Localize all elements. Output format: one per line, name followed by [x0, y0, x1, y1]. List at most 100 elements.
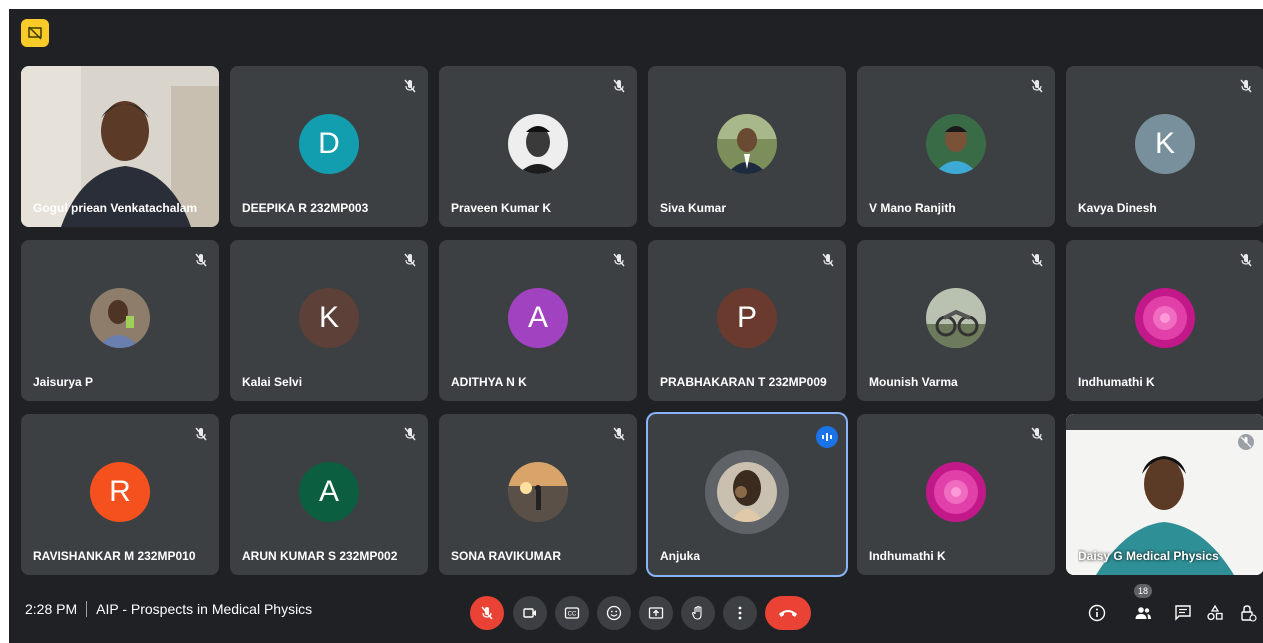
- mic-off-icon: [822, 253, 834, 267]
- participant-tile[interactable]: Mounish Varma: [857, 240, 1055, 401]
- leave-call-button[interactable]: [765, 596, 811, 630]
- participant-tile[interactable]: Praveen Kumar K: [439, 66, 637, 227]
- svg-text:CC: CC: [568, 612, 577, 618]
- avatar: [90, 288, 150, 348]
- participant-name: Siva Kumar: [660, 201, 727, 215]
- avatar: R: [90, 462, 150, 522]
- participant-tile[interactable]: Indhumathi K: [1066, 240, 1263, 401]
- participant-name: Gogul priean Venkatachalam: [33, 201, 198, 215]
- avatar: K: [299, 288, 359, 348]
- avatar: [1135, 288, 1195, 348]
- avatar: [926, 288, 986, 348]
- participant-tile[interactable]: P PRABHAKARAN T 232MP009: [648, 240, 846, 401]
- meeting-title: AIP - Prospects in Medical Physics: [96, 601, 313, 617]
- participant-name: ADITHYA N K: [451, 375, 527, 389]
- avatar: [717, 462, 777, 522]
- participant-tile[interactable]: K Kavya Dinesh: [1066, 66, 1263, 227]
- participant-name: Jaisurya P: [33, 375, 94, 389]
- recording-indicator-icon[interactable]: [21, 19, 49, 47]
- avatar: A: [508, 288, 568, 348]
- avatar: P: [717, 288, 777, 348]
- camera-toggle-button[interactable]: [513, 596, 547, 630]
- clock: 2:28 PM: [25, 601, 78, 617]
- mic-off-icon: [613, 427, 625, 441]
- meeting-stage: Gogul priean Venkatachalam D DEEPIKA R 2…: [9, 9, 1263, 643]
- participant-name: Indhumathi K: [1078, 375, 1155, 389]
- participant-tile[interactable]: V Mano Ranjith: [857, 66, 1055, 227]
- participant-name: Mounish Varma: [869, 375, 958, 389]
- captions-icon: CC: [564, 607, 580, 619]
- participant-name: ARUN KUMAR S 232MP002: [242, 549, 398, 563]
- hang-up-icon: [779, 610, 797, 617]
- more-options-button[interactable]: [723, 596, 757, 630]
- captions-button[interactable]: CC: [555, 596, 589, 630]
- participant-tile[interactable]: A ADITHYA N K: [439, 240, 637, 401]
- avatar: D: [299, 114, 359, 174]
- meeting-details-button[interactable]: [1084, 596, 1110, 630]
- reactions-button[interactable]: [597, 596, 631, 630]
- participant-tile[interactable]: SONA RAVIKUMAR: [439, 414, 637, 575]
- avatar: [508, 114, 568, 174]
- participant-tile-active-speaker[interactable]: Anjuka: [648, 414, 846, 575]
- raise-hand-icon: [691, 605, 702, 620]
- participant-tile[interactable]: Jaisurya P: [21, 240, 219, 401]
- activities-icon: [1207, 604, 1223, 621]
- raise-hand-button[interactable]: [681, 596, 715, 630]
- avatar: [926, 114, 986, 174]
- participant-name: DEEPIKA R 232MP003: [242, 201, 369, 215]
- participant-name: PRABHAKARAN T 232MP009: [660, 375, 827, 389]
- participant-name: Anjuka: [660, 549, 701, 563]
- present-icon: [648, 607, 664, 619]
- avatar: K: [1135, 114, 1195, 174]
- camera-icon: [523, 608, 536, 618]
- avatar: [926, 462, 986, 522]
- participant-tile[interactable]: D DEEPIKA R 232MP003: [230, 66, 428, 227]
- participant-tile[interactable]: Indhumathi K: [857, 414, 1055, 575]
- present-screen-button[interactable]: [639, 596, 673, 630]
- mic-off-icon: [1031, 427, 1043, 441]
- participant-name: V Mano Ranjith: [869, 201, 956, 215]
- mic-off-icon: [481, 606, 493, 620]
- avatar: [717, 114, 777, 174]
- participant-name: Praveen Kumar K: [451, 201, 552, 215]
- emoji-icon: [606, 605, 622, 621]
- mic-off-icon: [1238, 434, 1254, 450]
- activities-button[interactable]: [1202, 596, 1228, 630]
- participant-tile[interactable]: Siva Kumar: [648, 66, 846, 227]
- mic-off-icon: [195, 253, 207, 267]
- host-controls-icon: [1241, 605, 1257, 622]
- control-bar: 2:28 PM AIP - Prospects in Medical Physi…: [9, 584, 1263, 643]
- chat-icon: [1175, 605, 1191, 621]
- mic-off-icon: [195, 427, 207, 441]
- avatar: [508, 462, 568, 522]
- participant-name: Kalai Selvi: [242, 375, 303, 389]
- host-controls-button[interactable]: [1235, 596, 1261, 630]
- participant-name: SONA RAVIKUMAR: [451, 549, 561, 563]
- divider: [86, 601, 88, 617]
- mic-off-icon: [404, 427, 416, 441]
- mic-off-icon: [1031, 253, 1043, 267]
- mic-off-icon: [1240, 79, 1252, 93]
- participant-tile[interactable]: A ARUN KUMAR S 232MP002: [230, 414, 428, 575]
- mic-off-icon: [1240, 253, 1252, 267]
- chat-button[interactable]: [1170, 596, 1196, 630]
- participant-name: RAVISHANKAR M 232MP010: [33, 549, 196, 563]
- mic-off-icon: [1031, 79, 1043, 93]
- participant-name: Indhumathi K: [869, 549, 946, 563]
- info-icon: [1088, 604, 1106, 622]
- meeting-details: 2:28 PM AIP - Prospects in Medical Physi…: [25, 601, 312, 617]
- more-icon: [738, 606, 742, 620]
- mic-off-icon: [404, 79, 416, 93]
- participant-name: Daisy G Medical Physics: [1078, 549, 1219, 563]
- mic-off-icon: [613, 79, 625, 93]
- participant-tile[interactable]: Daisy G Medical Physics: [1066, 414, 1263, 575]
- avatar: A: [299, 462, 359, 522]
- participant-tile[interactable]: Gogul priean Venkatachalam: [21, 66, 219, 227]
- participant-tile[interactable]: R RAVISHANKAR M 232MP010: [21, 414, 219, 575]
- speaking-indicator-icon: [816, 426, 838, 448]
- people-button[interactable]: [1130, 596, 1156, 630]
- participant-name: Kavya Dinesh: [1078, 201, 1157, 215]
- mic-toggle-button[interactable]: [470, 596, 504, 630]
- participant-tile[interactable]: K Kalai Selvi: [230, 240, 428, 401]
- mic-off-icon: [613, 253, 625, 267]
